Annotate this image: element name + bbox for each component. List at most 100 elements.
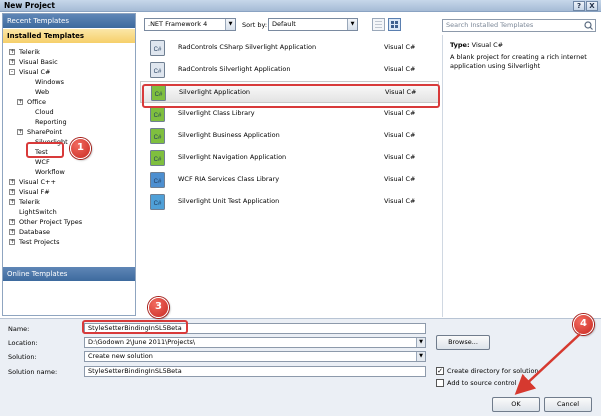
tree-item-telerik[interactable]: Telerik xyxy=(19,198,40,207)
callout-arrow xyxy=(514,333,581,395)
help-button[interactable]: ? xyxy=(573,1,585,11)
sort-label: Sort by: xyxy=(242,21,268,29)
template-language: Visual C# xyxy=(384,43,416,51)
tree-item-visual-basic[interactable]: Visual Basic xyxy=(19,58,58,67)
radcontrols-icon: C# xyxy=(150,62,165,78)
template-row[interactable]: C# WCF RIA Services Class Library Visual C… xyxy=(140,169,439,191)
search-templates-input[interactable]: Search Installed Templates xyxy=(442,19,596,32)
tree-item-wcf[interactable]: WCF xyxy=(35,158,50,167)
radcontrols-cs-icon: C# xyxy=(150,40,165,56)
tree-item-telerik[interactable]: Telerik xyxy=(19,48,40,57)
svg-text:C#: C# xyxy=(154,47,162,53)
tree-item-database[interactable]: Database xyxy=(19,228,50,237)
search-placeholder: Search Installed Templates xyxy=(446,21,534,29)
tree-item-windows[interactable]: Windows xyxy=(35,78,64,87)
template-name: Silverlight Business Application xyxy=(178,131,280,139)
template-row[interactable]: C# Silverlight Unit Test Application Visua… xyxy=(140,191,439,213)
template-description: A blank project for creating a rich inte… xyxy=(450,53,587,70)
location-field[interactable]: D:\Godown 2\June 2011\Projects\ ▼ xyxy=(84,337,426,348)
tree-item-workflow[interactable]: Workflow xyxy=(35,168,65,177)
tree-item-other-project-types[interactable]: Other Project Types xyxy=(19,218,82,227)
chevron-down-icon: ▼ xyxy=(347,19,357,30)
tree-expander-icon[interactable]: + xyxy=(9,49,15,55)
svg-text:C#: C# xyxy=(154,157,162,163)
solution-name-value: StyleSetterBindingInSL5Beta xyxy=(88,367,182,375)
svg-text:C#: C# xyxy=(154,135,162,141)
source-control-checkbox[interactable] xyxy=(436,379,444,387)
browse-button[interactable]: Browse... xyxy=(436,335,490,350)
template-row[interactable]: C# Silverlight Navigation Application Visu… xyxy=(140,147,439,169)
template-name: WCF RIA Services Class Library xyxy=(178,175,280,183)
online-templates-header[interactable]: Online Templates xyxy=(3,267,135,281)
tree-expander-icon[interactable]: + xyxy=(9,219,15,225)
recent-templates-header[interactable]: Recent Templates xyxy=(3,14,135,28)
template-language: Visual C# xyxy=(384,65,416,73)
chevron-down-icon: ▼ xyxy=(225,19,235,30)
tree-expander-icon[interactable]: + xyxy=(9,239,15,245)
location-label: Location: xyxy=(8,339,38,347)
type-label: Type: xyxy=(450,41,470,49)
tree-expander-icon[interactable]: + xyxy=(9,229,15,235)
template-row[interactable]: C# RadControls Silverlight Application Vis… xyxy=(140,59,439,81)
grid-view-icon xyxy=(391,21,398,28)
template-details-pane: Type: Visual C# A blank project for crea… xyxy=(442,35,597,317)
silverlight-app-highlight-box xyxy=(142,84,440,108)
tree-item-visual-f-[interactable]: Visual F# xyxy=(19,188,50,197)
tree-item-web[interactable]: Web xyxy=(35,88,49,97)
silverlight-classlib-icon: C# xyxy=(150,106,165,122)
template-name: Silverlight Navigation Application xyxy=(178,153,287,161)
tree-expander-icon[interactable]: + xyxy=(17,129,23,135)
solution-label: Solution: xyxy=(8,353,37,361)
title-bar: New Project ? X xyxy=(0,0,601,12)
type-row: Type: Visual C# xyxy=(450,41,503,49)
tree-item-sharepoint[interactable]: SharePoint xyxy=(27,128,62,137)
installed-templates-header[interactable]: Installed Templates xyxy=(3,29,135,43)
close-button[interactable]: X xyxy=(586,1,598,11)
tree-expander-icon[interactable]: + xyxy=(9,189,15,195)
tree-item-reporting[interactable]: Reporting xyxy=(35,118,67,127)
template-row[interactable]: C# Silverlight Business Application Visual… xyxy=(140,125,439,147)
tree-item-lightswitch[interactable]: LightSwitch xyxy=(19,208,57,217)
list-view-button[interactable] xyxy=(372,18,385,31)
template-category-pane: Recent Templates Installed Templates + Te… xyxy=(2,13,136,316)
template-name: RadControls CSharp Silverlight Applicati… xyxy=(178,43,317,51)
chevron-down-icon: ▼ xyxy=(416,352,425,361)
sort-select[interactable]: Default ▼ xyxy=(268,18,358,31)
tree-item-visual-c-[interactable]: Visual C++ xyxy=(19,178,56,187)
tree-item-test-projects[interactable]: Test Projects xyxy=(19,238,60,247)
solution-value: Create new solution xyxy=(88,352,153,360)
sort-value: Default xyxy=(272,20,296,28)
template-language: Visual C# xyxy=(384,131,416,139)
list-view-icon xyxy=(375,21,382,28)
callout-3: 3 xyxy=(148,297,169,318)
solution-name-label: Solution name: xyxy=(8,368,58,376)
template-row[interactable]: C# RadControls CSharp Silverlight Applica… xyxy=(140,37,439,59)
framework-select[interactable]: .NET Framework 4 ▼ xyxy=(144,18,236,31)
tree-item-visual-c-[interactable]: Visual C# xyxy=(19,68,50,77)
tree-expander-icon[interactable]: - xyxy=(9,69,15,75)
name-highlight-box xyxy=(82,320,188,334)
silverlight-unittest-icon: C# xyxy=(150,194,165,210)
wcf-ria-icon: C# xyxy=(150,172,165,188)
solution-select[interactable]: Create new solution ▼ xyxy=(84,351,426,362)
window-title: New Project xyxy=(4,1,55,10)
silverlight-highlight-box xyxy=(26,142,64,158)
template-name: RadControls Silverlight Application xyxy=(178,65,291,73)
create-directory-checkbox[interactable]: ✓ xyxy=(436,367,444,375)
framework-value: .NET Framework 4 xyxy=(148,20,208,28)
search-icon xyxy=(584,21,593,30)
tree-expander-icon[interactable]: + xyxy=(9,179,15,185)
silverlight-business-icon: C# xyxy=(150,128,165,144)
tree-expander-icon[interactable]: + xyxy=(9,59,15,65)
tree-item-cloud[interactable]: Cloud xyxy=(35,108,54,117)
svg-text:C#: C# xyxy=(154,113,162,119)
svg-text:C#: C# xyxy=(154,201,162,207)
template-language: Visual C# xyxy=(384,109,416,117)
solution-name-field[interactable]: StyleSetterBindingInSL5Beta xyxy=(84,366,426,377)
tree-item-office[interactable]: Office xyxy=(27,98,46,107)
tree-expander-icon[interactable]: + xyxy=(9,199,15,205)
svg-text:C#: C# xyxy=(154,179,162,185)
detail-view-button[interactable] xyxy=(388,18,401,31)
tree-expander-icon[interactable]: + xyxy=(17,99,23,105)
template-language: Visual C# xyxy=(384,153,416,161)
